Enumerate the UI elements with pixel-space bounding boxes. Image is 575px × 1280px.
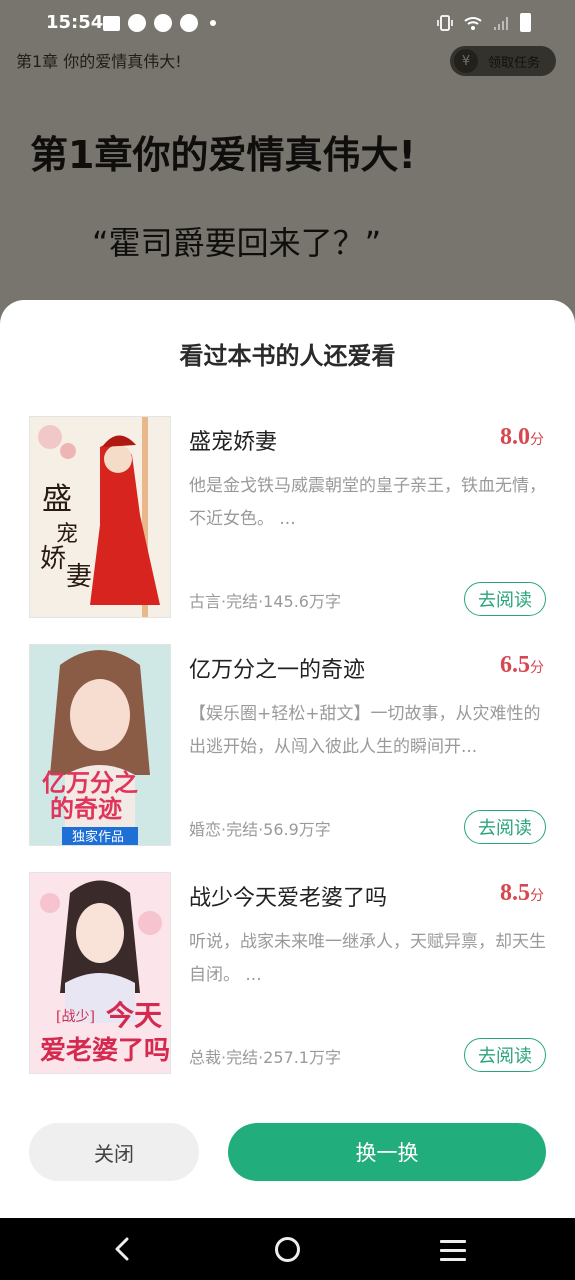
back-icon[interactable] xyxy=(110,1236,136,1262)
book-title[interactable]: 亿万分之一的奇迹 xyxy=(189,652,365,684)
cover-title: 的奇迹 xyxy=(50,794,122,823)
book-cover[interactable]: [战少] 今天 爱老婆了吗 xyxy=(29,872,171,1074)
home-icon[interactable] xyxy=(275,1237,300,1262)
book-meta: 婚恋·完结·56.9万字 xyxy=(189,820,331,839)
read-button[interactable]: 去阅读 xyxy=(464,1038,546,1072)
app-notification-icon xyxy=(128,14,146,32)
refresh-button[interactable]: 换一换 xyxy=(228,1123,546,1181)
book-cover[interactable]: 盛 宠 娇 妻 xyxy=(29,416,171,618)
status-bar: 15:54 xyxy=(0,0,575,46)
vibrate-icon xyxy=(437,14,453,31)
recents-icon[interactable] xyxy=(440,1240,466,1261)
cover-title: 盛 xyxy=(42,482,72,517)
battery-icon xyxy=(520,13,531,32)
cover-title: 亿万分之 xyxy=(42,768,138,797)
app-notification-icon xyxy=(154,14,172,32)
system-nav-bar xyxy=(0,1218,575,1280)
book-description: 【娱乐圈+轻松+甜文】一切故事，从灾难性的出逃开始，从闯入彼此人生的瞬间开... xyxy=(189,704,541,757)
book-cover[interactable]: 亿万分之 的奇迹 独家作品 xyxy=(29,644,171,846)
cover-badge: 独家作品 xyxy=(72,829,124,845)
book-item[interactable]: 亿万分之 的奇迹 独家作品 亿万分之一的奇迹 6.5分 【娱乐圈+轻松+甜文】一… xyxy=(29,644,549,848)
status-time: 15:54 xyxy=(46,12,104,33)
close-button[interactable]: 关闭 xyxy=(29,1123,199,1181)
cover-title: 爱老婆了吗 xyxy=(40,1036,170,1066)
app-notification-icon xyxy=(180,14,198,32)
recommendation-sheet: 看过本书的人还爱看 盛 宠 娇 妻 盛宠娇妻 8.0分 他是金戈铁马威震朝堂的皇… xyxy=(0,300,575,1218)
cover-title: 妻 xyxy=(66,562,92,592)
mail-icon xyxy=(103,15,120,31)
cover-title: 今天 xyxy=(106,999,162,1032)
book-meta: 总裁·完结·257.1万字 xyxy=(189,1048,341,1067)
cover-title: [战少] xyxy=(56,1009,95,1025)
cover-title: 娇 xyxy=(40,544,66,574)
signal-icon xyxy=(494,16,508,30)
read-button[interactable]: 去阅读 xyxy=(464,582,546,616)
book-description: 他是金戈铁马威震朝堂的皇子亲王，铁血无情，不近女色。 ... xyxy=(189,476,546,529)
book-score: 6.5分 xyxy=(500,652,544,678)
more-notifications-icon xyxy=(210,20,216,26)
book-meta: 古言·完结·145.6万字 xyxy=(189,592,341,611)
book-title[interactable]: 盛宠娇妻 xyxy=(189,424,277,456)
book-item[interactable]: 盛 宠 娇 妻 盛宠娇妻 8.0分 他是金戈铁马威震朝堂的皇子亲王，铁血无情，不… xyxy=(29,416,549,620)
book-description: 听说，战家未来唯一继承人，天赋异禀，却天生自闭。 ... xyxy=(189,932,546,985)
sheet-title: 看过本书的人还爱看 xyxy=(179,342,396,370)
book-title[interactable]: 战少今天爱老婆了吗 xyxy=(189,880,387,912)
book-item[interactable]: [战少] 今天 爱老婆了吗 战少今天爱老婆了吗 8.5分 听说，战家未来唯一继承… xyxy=(29,872,549,1076)
book-score: 8.0分 xyxy=(500,424,544,450)
wifi-icon xyxy=(464,16,482,30)
read-button[interactable]: 去阅读 xyxy=(464,810,546,844)
book-score: 8.5分 xyxy=(500,880,544,906)
